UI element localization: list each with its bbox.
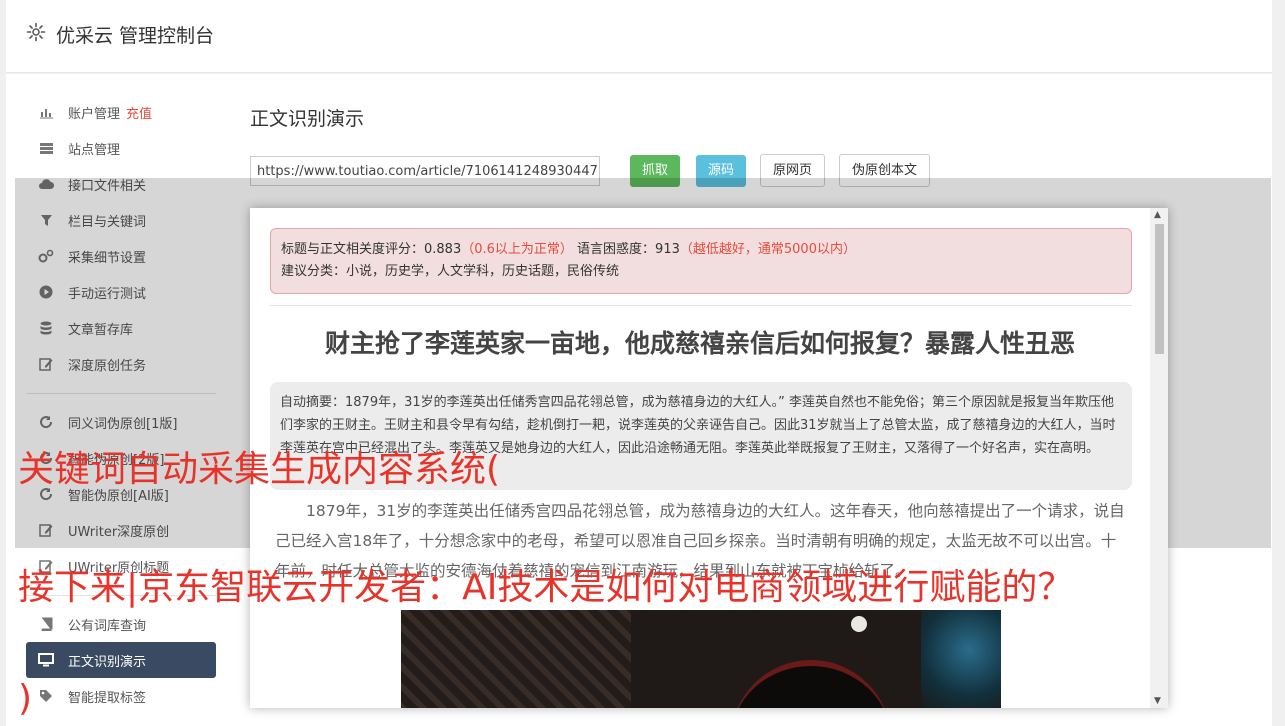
sidebar-item-sites[interactable]: 站点管理 xyxy=(26,130,216,166)
server-icon xyxy=(38,140,54,156)
confusion-note: （越低越好，通常5000以内） xyxy=(679,242,856,257)
watermark-line-1: 关键词自动采集生成内容系统( xyxy=(18,449,501,490)
book-icon xyxy=(38,616,54,632)
relevance-note: （0.6以上为正常） xyxy=(461,242,573,257)
top-bar: 优采云 管理控制台 xyxy=(6,0,1272,73)
score-alert: 标题与正文相关度评分：0.883（0.6以上为正常） 语言困惑度：913（越低越… xyxy=(270,228,1132,294)
scroll-thumb[interactable] xyxy=(1155,224,1164,354)
scroll-up-icon[interactable]: ▲ xyxy=(1154,210,1161,220)
sidebar-item-label: 公有词库查询 xyxy=(68,618,147,634)
sidebar-item-label: 智能提取标签 xyxy=(68,690,147,706)
watermark-line-2: 接下来|京东智联云开发者：AI技术是如何对电商领域进行赋能的？ xyxy=(18,567,1074,608)
suggested-category: 建议分类：小说，历史学，人文学科，历史话题，民俗传统 xyxy=(281,264,620,279)
app-title: 优采云 管理控制台 xyxy=(56,25,215,47)
sidebar-item-smart-tags[interactable]: 智能提取标签 xyxy=(26,678,216,714)
relevance-score: 标题与正文相关度评分：0.883 xyxy=(281,242,462,257)
modal-scrollbar[interactable]: ▲ ▼ xyxy=(1150,208,1168,708)
hat-finial xyxy=(851,616,867,632)
content-area: 正文识别演示 https://www.toutiao.com/article/7… xyxy=(250,104,1260,187)
peacock-feather xyxy=(921,610,1001,708)
page-title: 正文识别演示 xyxy=(250,108,365,130)
tag-icon xyxy=(38,688,54,704)
divider xyxy=(270,305,1132,306)
sidebar-item-text-recognition[interactable]: 正文识别演示 xyxy=(26,642,216,678)
sidebar-item-account[interactable]: 账户管理 充值 xyxy=(26,94,216,130)
lattice-window xyxy=(401,610,631,708)
bar-chart-icon xyxy=(38,104,54,120)
gear-icon[interactable] xyxy=(26,22,46,42)
sidebar-item-public-lexicon[interactable]: 公有词库查询 xyxy=(26,606,216,642)
official-hat xyxy=(731,660,891,708)
monitor-icon xyxy=(38,652,54,668)
article-title: 财主抢了李莲英家一亩地，他成慈禧亲信后如何报复？暴露人性丑恶 xyxy=(324,329,1075,358)
watermark-line-3: ) xyxy=(18,678,33,719)
article-image xyxy=(401,610,1001,708)
sidebar-item-label: 账户管理 xyxy=(68,106,121,122)
sidebar-item-label: 正文识别演示 xyxy=(68,654,147,670)
sidebar-item-label: 站点管理 xyxy=(68,142,121,158)
confusion-score: 语言困惑度：913 xyxy=(577,242,680,257)
scroll-down-icon[interactable]: ▼ xyxy=(1154,696,1161,706)
recharge-link[interactable]: 充值 xyxy=(126,103,152,122)
